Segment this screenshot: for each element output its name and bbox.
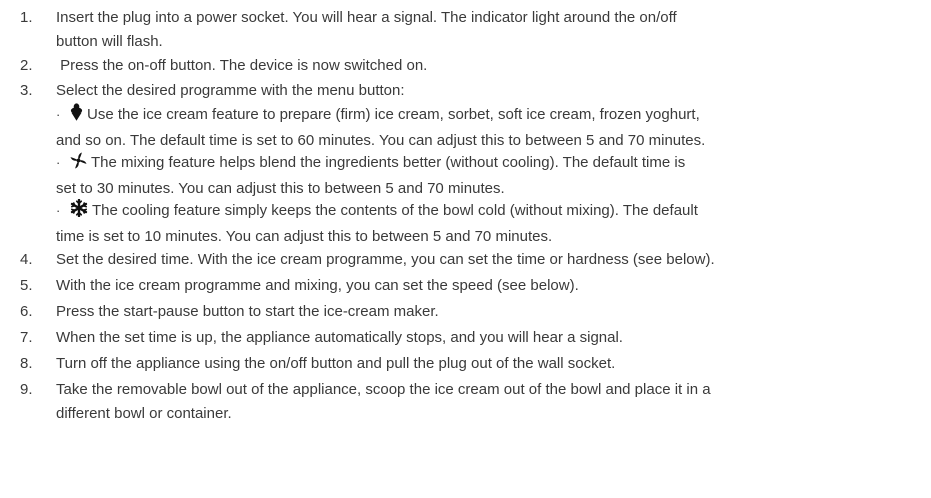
step-text: Select the desired programme with the me… — [56, 79, 916, 103]
step-line: Turn off the appliance using the on/off … — [56, 355, 616, 372]
step-line: Set the desired time. With the ice cream… — [56, 251, 715, 268]
sub-item-line: and so on. The default time is set to 60… — [56, 132, 706, 149]
step-line: Take the removable bowl out of the appli… — [56, 381, 711, 398]
sub-item-line: Use the ice cream feature to prepare (fi… — [56, 103, 916, 129]
step-text: Press the start-pause button to start th… — [56, 300, 916, 324]
snowflake-icon — [70, 198, 88, 225]
sub-item-text: The cooling feature simply keeps the con… — [56, 198, 916, 249]
step-text: Set the desired time. With the ice cream… — [56, 248, 916, 272]
step-number: 2. — [20, 57, 33, 74]
step-line: Select the desired programme with the me… — [56, 82, 405, 99]
step-line: different bowl or container. — [56, 405, 232, 422]
step-text: With the ice cream programme and mixing,… — [56, 274, 916, 298]
step-number: 9. — [20, 381, 33, 398]
step-number: 1. — [20, 9, 33, 26]
step-text: Take the removable bowl out of the appli… — [56, 378, 916, 426]
step-text: Press the on-off button. The device is n… — [56, 54, 916, 78]
sub-item-line: set to 30 minutes. You can adjust this t… — [56, 180, 505, 197]
sub-item-text: The mixing feature helps blend the ingre… — [56, 151, 916, 201]
step-number: 4. — [20, 251, 33, 268]
step-line: With the ice cream programme and mixing,… — [56, 277, 579, 294]
step-number: 7. — [20, 329, 33, 346]
sub-item-text: Use the ice cream feature to prepare (fi… — [56, 103, 916, 153]
step-text: When the set time is up, the appliance a… — [56, 326, 916, 350]
sub-item-line: The mixing feature helps blend the ingre… — [56, 151, 916, 177]
sub-item-line-text: Use the ice cream feature to prepare (fi… — [87, 106, 700, 123]
sub-item-line-text: The cooling feature simply keeps the con… — [92, 202, 698, 219]
sub-item-line: The cooling feature simply keeps the con… — [56, 198, 916, 225]
step-line: Press the on-off button. The device is n… — [56, 57, 428, 74]
step-line: When the set time is up, the appliance a… — [56, 329, 623, 346]
ice-cream-cone-icon — [70, 103, 83, 129]
fan-blades-icon — [70, 152, 87, 177]
step-line: button will flash. — [56, 33, 163, 50]
step-text: Insert the plug into a power socket. You… — [56, 6, 916, 54]
sub-item-line-text: The mixing feature helps blend the ingre… — [91, 154, 686, 171]
step-number: 5. — [20, 277, 33, 294]
sub-item-line: time is set to 10 minutes. You can adjus… — [56, 228, 553, 245]
step-text: Turn off the appliance using the on/off … — [56, 352, 916, 376]
step-line: Insert the plug into a power socket. You… — [56, 9, 677, 26]
step-number: 6. — [20, 303, 33, 320]
step-number: 8. — [20, 355, 33, 372]
step-line: Press the start-pause button to start th… — [56, 303, 439, 320]
step-number: 3. — [20, 82, 33, 99]
